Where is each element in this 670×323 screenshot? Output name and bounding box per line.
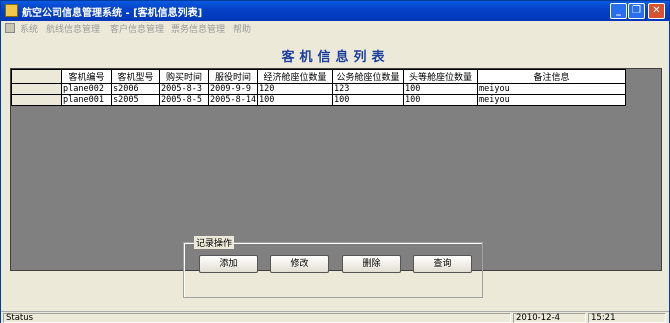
aircraft-table: 客机编号 客机型号 购买时间 服役时间 经济舱座位数量 公务舱座位数量 头等舱座… [11, 69, 626, 106]
row-indicator[interactable] [11, 94, 62, 106]
minimize-button[interactable]: _ [610, 3, 627, 19]
page-title: 客机信息列表 [281, 50, 390, 65]
row-indicator-header [11, 69, 62, 84]
status-time: 15:21 [588, 313, 666, 323]
table-cell[interactable]: 2009-9-9 [208, 83, 258, 95]
table-cell[interactable]: 100 [403, 83, 478, 95]
column-header[interactable]: 备注信息 [477, 69, 626, 84]
table-row[interactable]: plane001 s2005 2005-8-5 2005-8-14 100 10… [11, 94, 626, 106]
menu-item-system[interactable]: 系统 [20, 22, 38, 35]
table-cell[interactable]: meiyou [477, 94, 626, 106]
restore-button[interactable]: ❐ [628, 3, 645, 19]
column-header[interactable]: 经济舱座位数量 [257, 69, 333, 84]
column-header[interactable]: 公务舱座位数量 [332, 69, 404, 84]
menu-bar: 系统 航线信息管理 客户信息管理 票务信息管理 帮助 [1, 21, 669, 35]
menu-item-help[interactable]: 帮助 [233, 22, 251, 35]
table-cell[interactable]: 2005-8-14 [208, 94, 258, 106]
add-button[interactable]: 添加 [199, 255, 258, 273]
main-window: 航空公司信息管理系统 - [客机信息列表] _ ❐ ✕ 系统 航线信息管理 客户… [0, 0, 670, 323]
table-cell[interactable]: 2005-8-5 [159, 94, 209, 106]
title-bar[interactable]: 航空公司信息管理系统 - [客机信息列表] _ ❐ ✕ [1, 1, 669, 21]
system-menu-icon[interactable] [5, 23, 15, 33]
table-cell[interactable]: 100 [257, 94, 333, 106]
table-cell[interactable]: plane001 [61, 94, 112, 106]
record-actions-label: 记录操作 [194, 236, 235, 249]
delete-button[interactable]: 删除 [342, 255, 401, 273]
column-header[interactable]: 购买时间 [159, 69, 209, 84]
table-cell[interactable]: s2005 [111, 94, 160, 106]
table-cell[interactable]: s2006 [111, 83, 160, 95]
column-header[interactable]: 头等舱座位数量 [403, 69, 478, 84]
column-header[interactable]: 客机编号 [61, 69, 112, 84]
table-cell[interactable]: 100 [332, 94, 404, 106]
table-cell[interactable]: 100 [403, 94, 478, 106]
table-cell[interactable]: plane002 [61, 83, 112, 95]
table-cell[interactable]: meiyou [477, 83, 626, 95]
menu-item-routes[interactable]: 航线信息管理 [46, 22, 100, 35]
status-date: 2010-12-4 [513, 313, 586, 323]
client-area: 客机信息列表 客机编号 客机型号 购买时间 服役时间 经济舱座位数量 公务舱座位… [3, 36, 668, 311]
table-cell[interactable]: 123 [332, 83, 404, 95]
table-row[interactable]: plane002 s2006 2005-8-3 2009-9-9 120 123… [11, 83, 626, 95]
table-header-row: 客机编号 客机型号 购买时间 服役时间 经济舱座位数量 公务舱座位数量 头等舱座… [11, 69, 626, 84]
window-title: 航空公司信息管理系统 - [客机信息列表] [22, 8, 203, 19]
menu-item-customers[interactable]: 客户信息管理 [110, 22, 164, 35]
table-cell[interactable]: 2005-8-3 [159, 83, 209, 95]
menu-item-tickets[interactable]: 票务信息管理 [171, 22, 225, 35]
close-button[interactable]: ✕ [648, 3, 665, 19]
query-button[interactable]: 查询 [413, 255, 472, 273]
column-header[interactable]: 服役时间 [208, 69, 258, 84]
status-bar: Status 2010-12-4 15:21 [1, 311, 669, 323]
column-header[interactable]: 客机型号 [111, 69, 160, 84]
table-cell[interactable]: 120 [257, 83, 333, 95]
app-icon [5, 4, 18, 17]
data-grid[interactable]: 客机编号 客机型号 购买时间 服役时间 经济舱座位数量 公务舱座位数量 头等舱座… [10, 68, 662, 271]
edit-button[interactable]: 修改 [270, 255, 329, 273]
status-text: Status [3, 313, 511, 323]
row-indicator[interactable] [11, 83, 62, 95]
